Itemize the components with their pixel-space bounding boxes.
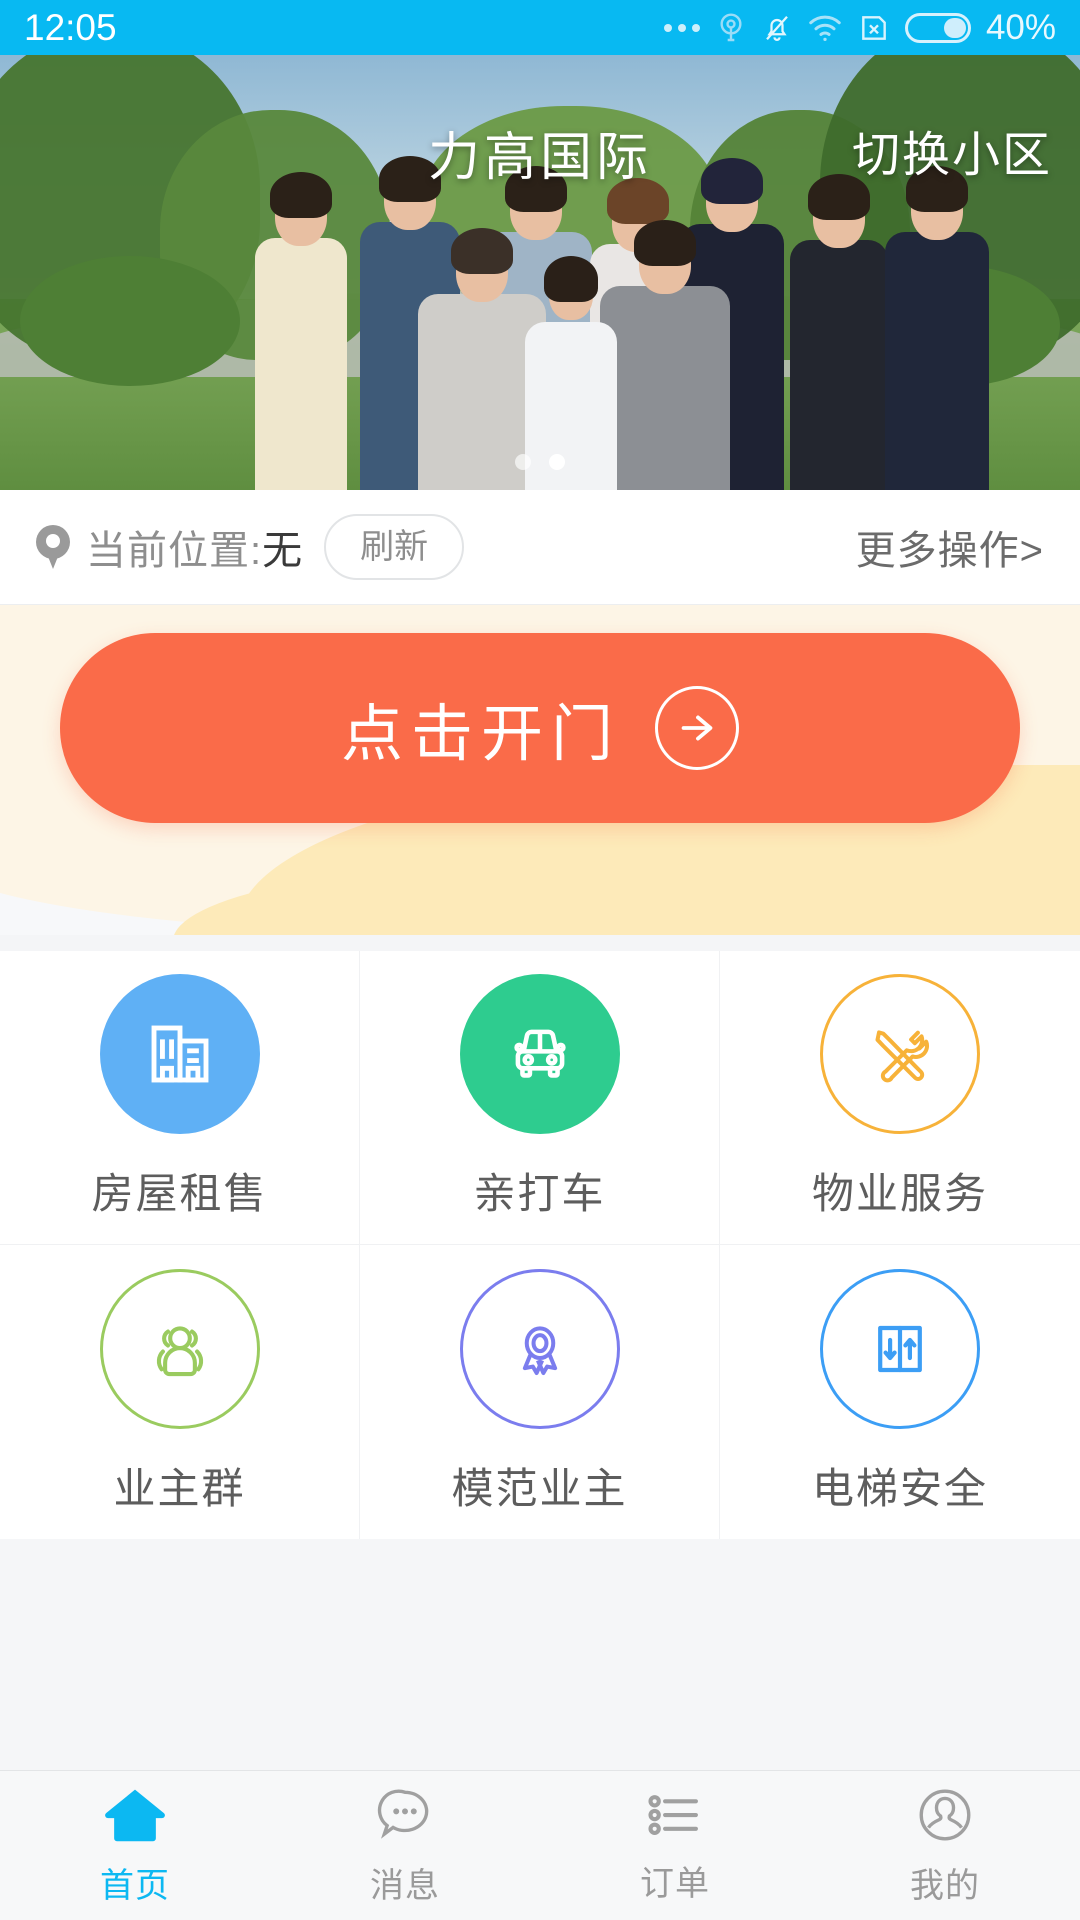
- location-bar: 当前位置: 无 刷新 更多操作>: [0, 490, 1080, 605]
- carousel-dot[interactable]: [515, 454, 531, 470]
- grid-item-label: 电梯安全: [811, 1464, 988, 1512]
- grid-item-label: 模范业主: [451, 1464, 628, 1512]
- hero-carousel[interactable]: 力高国际 切换小区: [0, 55, 1080, 490]
- grid-item-label: 业主群: [113, 1464, 246, 1512]
- building-icon: [99, 974, 260, 1134]
- grid-item-taxi[interactable]: 亲打车: [360, 951, 720, 1245]
- tab-label: 订单: [640, 1865, 710, 1903]
- battery-percent: 40%: [985, 8, 1056, 47]
- home-icon: [105, 1789, 165, 1842]
- medal-icon: [459, 1268, 620, 1429]
- grid-item-label: 房屋租售: [91, 1170, 268, 1217]
- open-door-button[interactable]: 点击开门: [60, 633, 1020, 823]
- list-icon: [648, 1795, 698, 1835]
- grid-item-label: 物业服务: [811, 1170, 988, 1217]
- service-grid: 房屋租售 亲打车 物业服务 业主群 模范业主 电梯安全: [0, 951, 1080, 1539]
- carousel-dots[interactable]: [0, 454, 1080, 470]
- tab-label: 消息: [370, 1867, 440, 1905]
- battery-icon: [904, 12, 971, 43]
- wifi-icon: [809, 15, 841, 41]
- carousel-dot-active[interactable]: [549, 454, 565, 470]
- tab-home[interactable]: 首页: [0, 1771, 270, 1920]
- grid-item-label: 亲打车: [473, 1170, 606, 1217]
- status-icons: 40%: [663, 8, 1056, 47]
- tab-messages[interactable]: 消息: [270, 1771, 540, 1920]
- grid-item-house-rental[interactable]: 房屋租售: [0, 951, 360, 1245]
- mute-bell-icon: [766, 15, 788, 41]
- group-icon: [99, 1268, 260, 1429]
- grid-top-spacer: [0, 935, 1080, 951]
- location-label: 当前位置:: [86, 529, 263, 573]
- more-actions-link[interactable]: 更多操作>: [856, 518, 1044, 576]
- grid-item-elevator-safety[interactable]: 电梯安全: [720, 1245, 1080, 1539]
- open-door-section: 点击开门: [0, 605, 1080, 935]
- tools-icon: [820, 974, 980, 1134]
- hero-people-photo: [0, 156, 1080, 490]
- arrow-right-circle-icon: [655, 686, 739, 770]
- grid-item-owner-group[interactable]: 业主群: [0, 1245, 360, 1539]
- tab-label: 首页: [100, 1867, 170, 1905]
- no-sim-icon: [862, 15, 886, 40]
- location-pin-icon: [36, 525, 70, 569]
- switch-community-button[interactable]: 切换小区: [852, 115, 1052, 185]
- tab-mine[interactable]: 我的: [810, 1771, 1080, 1920]
- refresh-button[interactable]: 刷新: [324, 514, 465, 580]
- elevator-icon: [820, 1268, 980, 1429]
- user-icon: [919, 1789, 971, 1841]
- open-door-label: 点击开门: [340, 700, 621, 769]
- grid-item-model-owner[interactable]: 模范业主: [360, 1245, 720, 1539]
- status-time: 12:05: [24, 7, 117, 48]
- location-value: 无: [262, 529, 303, 573]
- grid-item-property-service[interactable]: 物业服务: [720, 951, 1080, 1245]
- bottom-tab-bar: 首页 消息 订单 我的: [0, 1770, 1080, 1920]
- status-bar: 12:05 40%: [0, 0, 1080, 55]
- tab-orders[interactable]: 订单: [540, 1771, 810, 1920]
- chat-icon: [377, 1789, 429, 1839]
- broadcast-icon: [720, 12, 742, 41]
- more-dots-icon: [663, 23, 700, 32]
- tab-label: 我的: [910, 1867, 980, 1905]
- app-screen: 12:05 40% 力高国际 切换小区 当前位置: 无 刷新 更多操作> 点击开…: [0, 0, 1080, 1920]
- car-icon: [459, 974, 620, 1134]
